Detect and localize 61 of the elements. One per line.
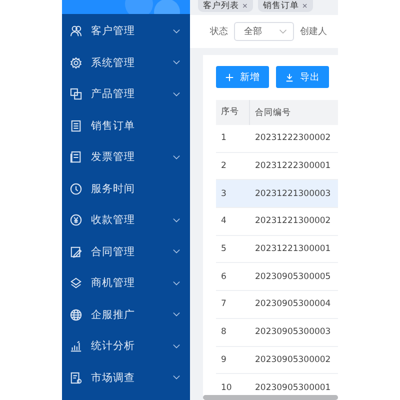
table-row[interactable]: 1 20231222300002 — [216, 125, 338, 153]
menu-item[interactable]: 收款管理 — [62, 204, 190, 236]
menu-item[interactable]: 系统管理 — [62, 47, 190, 78]
yuan-icon — [70, 214, 82, 226]
plus-icon — [225, 72, 234, 82]
table-cell-text: 3 — [220, 188, 228, 199]
menu-item[interactable]: 商机管理 — [62, 268, 190, 299]
table-row[interactable]: 6 20230905300005 — [216, 263, 338, 292]
menu-item[interactable]: 合同管理 — [62, 236, 190, 268]
table-cell-text: 20231221300001 — [254, 244, 331, 254]
menu-item[interactable]: 客户管理 — [62, 16, 190, 47]
edit-document-icon — [70, 246, 82, 258]
table-cell-text: 5 — [220, 244, 228, 254]
bar-chart-icon — [70, 340, 82, 352]
survey-icon — [70, 372, 82, 384]
column-header: 合同编号 — [254, 106, 291, 118]
table-cell-text: 6 — [220, 272, 228, 282]
table-cell-text: 20230905300005 — [254, 272, 331, 282]
table-cell-text: 7 — [220, 299, 228, 310]
creator-label: 创建人 — [300, 26, 327, 38]
table-row[interactable]: 4 20231221300002 — [216, 208, 338, 236]
table-cell-text: 2 — [220, 161, 228, 172]
table-row[interactable]: 7 20230905300004 — [216, 291, 338, 319]
squares-icon — [70, 88, 82, 100]
table-cell-text: 10 — [220, 382, 233, 393]
table-cell-text: 20231221300003 — [254, 188, 331, 199]
table-cell-text: 20231222300001 — [254, 161, 331, 172]
table-row[interactable]: 3 20231221300003 — [216, 180, 338, 208]
menu-item[interactable]: 企服推广 — [62, 299, 190, 330]
layers-icon — [70, 277, 82, 290]
table-cell-text: 4 — [220, 216, 228, 226]
table-cell-text: 20231222300002 — [254, 133, 331, 144]
people-icon — [70, 25, 82, 38]
table-cell-text: 8 — [220, 327, 228, 338]
menu-item[interactable]: 产品管理 — [62, 78, 190, 110]
chevron-down-icon — [279, 29, 287, 34]
table-row[interactable]: 8 20230905300003 — [216, 318, 338, 346]
menu-item[interactable]: 发票管理 — [62, 142, 190, 173]
table-cell-text: 9 — [220, 354, 228, 365]
menu-item[interactable]: 市场调查 — [62, 362, 190, 394]
scrollbar[interactable] — [203, 395, 338, 400]
menu-item[interactable]: 销售订单 — [62, 110, 190, 142]
menu-item[interactable]: 统计分析 — [62, 330, 190, 362]
settings-icon — [70, 56, 82, 69]
table-cell-text: 20230905300004 — [254, 299, 331, 310]
status-label: 状态 — [210, 26, 228, 38]
table-row[interactable]: 9 20230905300002 — [216, 346, 338, 374]
table-cell-text: 20230905300003 — [254, 327, 331, 338]
table-cell-text: 20231221300002 — [254, 216, 331, 226]
status-select[interactable]: 全部 — [234, 22, 294, 41]
download-icon — [285, 72, 294, 82]
clock-icon — [70, 182, 82, 195]
receipt-icon — [70, 151, 82, 164]
table-cell-text: 1 — [220, 133, 228, 144]
table-cell-text: 20230905300002 — [254, 354, 331, 365]
globe-icon — [70, 308, 82, 321]
table-cell-text: 20230905300001 — [254, 382, 331, 393]
column-header: 序号 — [216, 100, 250, 125]
menu-item[interactable]: 服务时间 — [62, 173, 190, 204]
table-row[interactable]: 5 20231221300001 — [216, 236, 338, 264]
document-icon — [70, 120, 82, 132]
